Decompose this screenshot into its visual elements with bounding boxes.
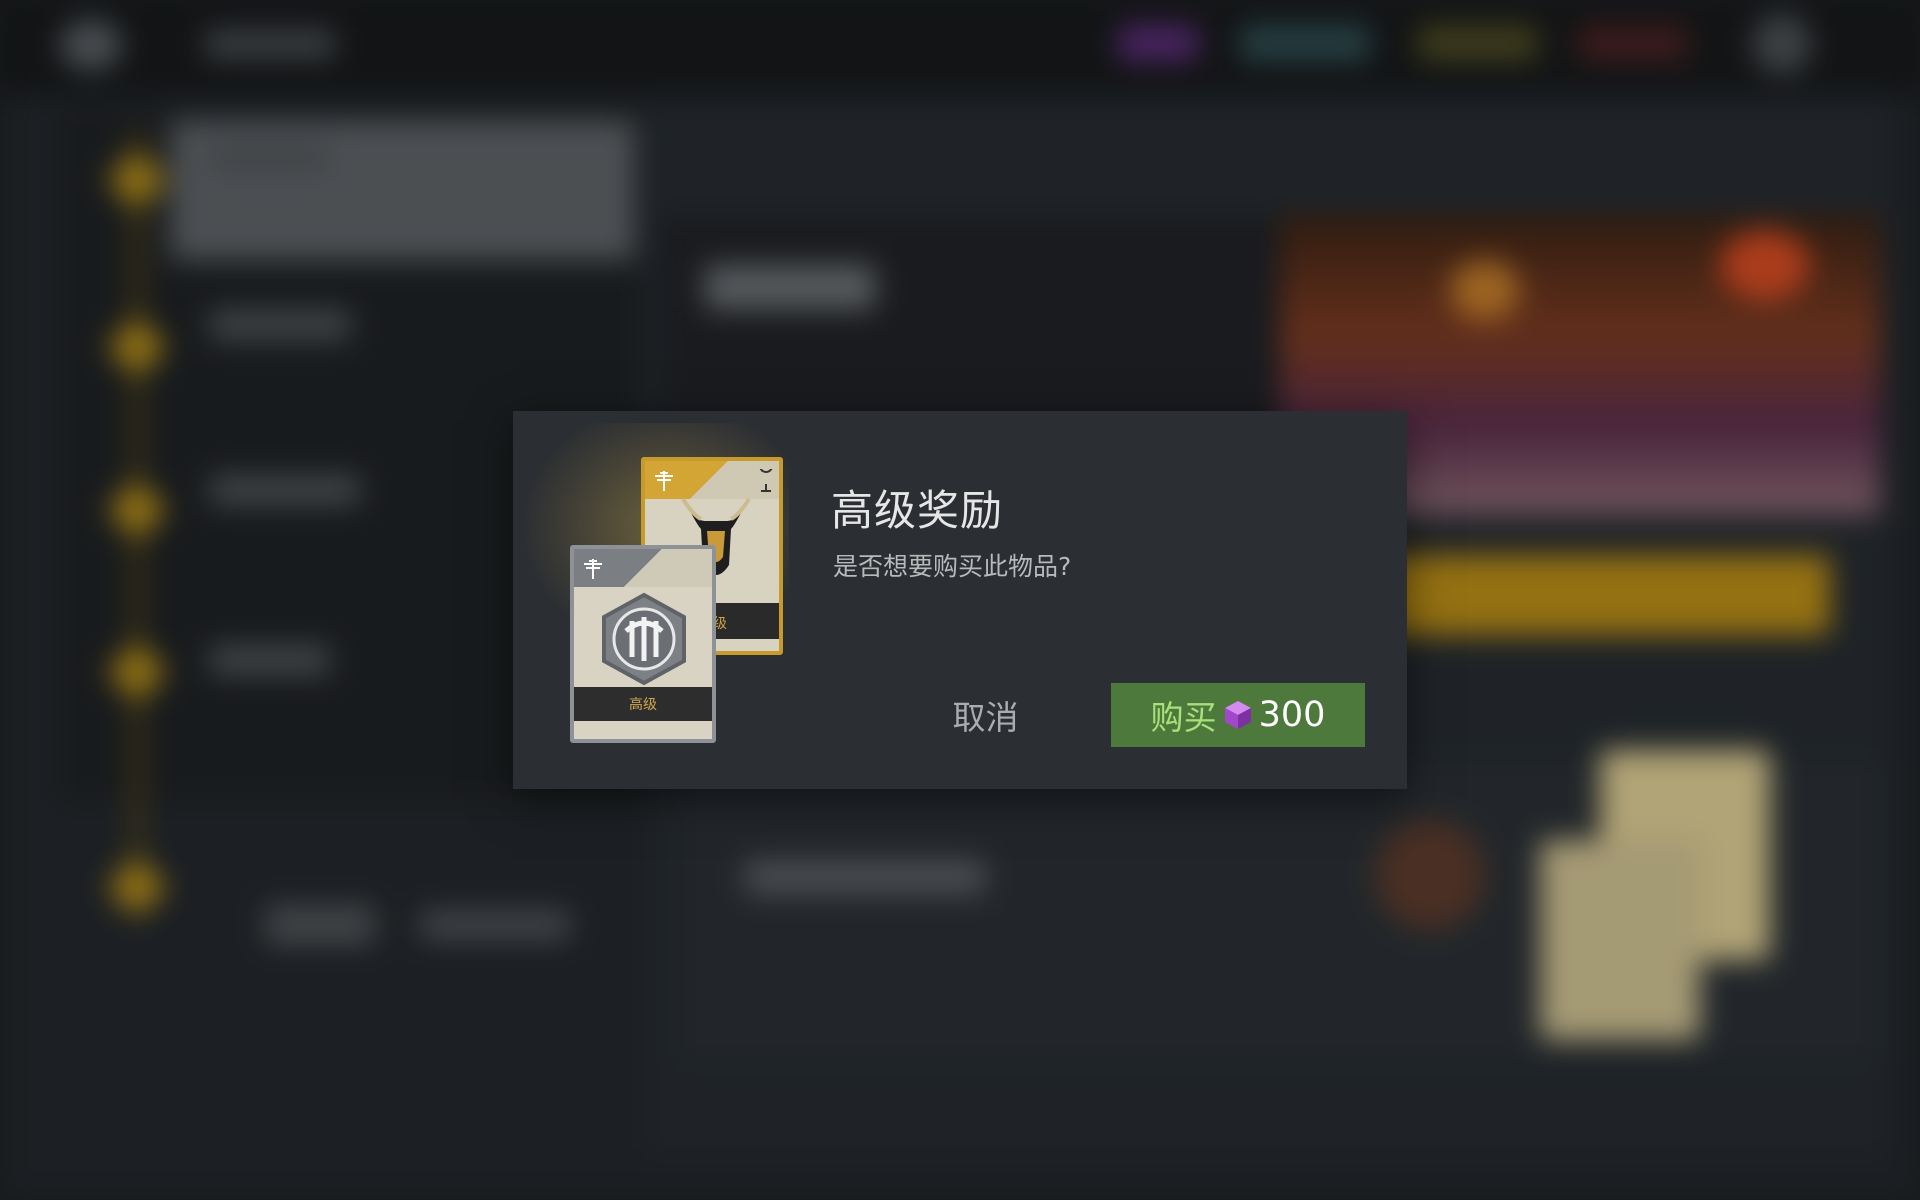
buy-button[interactable]: 购买 300 — [1111, 683, 1365, 747]
dragonfly-icon — [584, 559, 602, 579]
dragonfly-icon — [655, 471, 673, 491]
purchase-dialog: 级 高级 高级奖励 是否想要购买此物品? 取消 购买 300 — [513, 411, 1407, 789]
buy-price: 300 — [1258, 695, 1326, 735]
card-tier-label: 高级 — [629, 697, 657, 713]
dialog-question: 是否想要购买此物品? — [833, 552, 1072, 581]
reward-card-gray: 高级 — [570, 545, 716, 743]
emblem-icon — [602, 592, 686, 686]
buy-button-label: 购买 — [1150, 698, 1217, 737]
dialog-title: 高级奖励 — [831, 486, 1004, 535]
purple-cube-icon — [1224, 701, 1251, 729]
pin-icon — [759, 469, 773, 492]
cancel-button[interactable]: 取消 — [823, 683, 1148, 747]
